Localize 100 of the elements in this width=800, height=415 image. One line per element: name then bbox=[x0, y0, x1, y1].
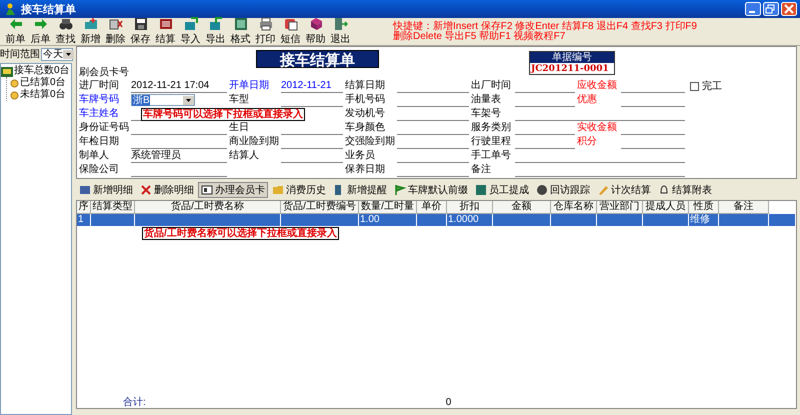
folder-icon bbox=[272, 184, 284, 196]
flag-icon bbox=[394, 184, 406, 196]
field-label: 进厂时间 bbox=[79, 79, 120, 93]
toolbar-button[interactable]: 新增 bbox=[78, 18, 103, 44]
field-label: 业务员 bbox=[345, 149, 376, 163]
tooltip: 货品/工时费名称可以选择下拉框或直接录入 bbox=[142, 227, 339, 240]
toolbar-button[interactable]: 帮助 bbox=[303, 18, 328, 44]
field-label: 积分 bbox=[577, 135, 598, 149]
tab[interactable]: 办理会员卡 bbox=[198, 182, 268, 198]
toolbar-button[interactable]: 格式 bbox=[228, 18, 253, 44]
delete-icon bbox=[108, 17, 122, 31]
field-label: 优惠 bbox=[577, 93, 598, 107]
complete-checkbox[interactable]: 完工 bbox=[690, 79, 722, 93]
exit-door-icon bbox=[334, 17, 348, 31]
column-header[interactable]: 提成人员 bbox=[643, 201, 689, 214]
column-header[interactable]: 结算类型 bbox=[91, 201, 135, 214]
tab[interactable]: 删除明细 bbox=[137, 182, 197, 198]
field-label: 实收金额 bbox=[577, 121, 618, 135]
toolbar-button[interactable]: 保存 bbox=[128, 18, 153, 44]
table-cell: 维修 bbox=[690, 214, 710, 225]
column-header[interactable]: 备注 bbox=[719, 201, 769, 214]
input-field[interactable]: 系统管理员 bbox=[131, 149, 227, 163]
dropdown-arrow-icon bbox=[183, 96, 194, 104]
restore-icon bbox=[763, 2, 779, 16]
column-header[interactable]: 性质 bbox=[689, 201, 719, 214]
tab[interactable]: 消费历史 bbox=[269, 182, 329, 198]
column-header[interactable]: 序 bbox=[77, 201, 91, 214]
toolbar-button[interactable]: 导入 bbox=[178, 18, 203, 44]
field-label: 交强险到期 bbox=[345, 135, 396, 149]
tree-item[interactable]: 已结算0台 bbox=[20, 77, 66, 89]
toolbar-button[interactable]: 短信 bbox=[278, 18, 303, 44]
column-header[interactable]: 货品/工时费名称 bbox=[135, 201, 281, 214]
field-label: 保养日期 bbox=[345, 163, 386, 177]
message-icon bbox=[284, 17, 298, 31]
toolbar-button[interactable]: 删除 bbox=[103, 18, 128, 44]
field-label: 出厂时间 bbox=[471, 79, 512, 93]
cross-icon bbox=[140, 184, 152, 196]
tab[interactable]: 新增提醒 bbox=[330, 182, 390, 198]
toolbar-button[interactable]: 打印 bbox=[253, 18, 278, 44]
field-label: 身份证号码 bbox=[79, 121, 130, 135]
field-label: 手机号码 bbox=[345, 93, 386, 107]
binoculars-icon bbox=[58, 17, 72, 31]
tab[interactable]: 结算附表 bbox=[655, 182, 715, 198]
column-header[interactable]: 仓库名称 bbox=[551, 201, 597, 214]
field-value: JC201211-0001 bbox=[530, 63, 610, 75]
field-label: 开单日期 bbox=[229, 79, 270, 93]
field-label: 刷会员卡号 bbox=[79, 67, 130, 79]
toolbar-button[interactable]: 结算 bbox=[153, 18, 178, 44]
column-header[interactable]: 金额 bbox=[493, 201, 551, 214]
runner-icon bbox=[3, 2, 17, 16]
column-header[interactable]: 单价 bbox=[417, 201, 447, 214]
right-arrow-icon bbox=[34, 17, 48, 31]
toolbar-button[interactable]: 后单 bbox=[28, 18, 53, 44]
field-label: 商业险到期 bbox=[229, 135, 280, 149]
tab[interactable]: 员工提成 bbox=[472, 182, 532, 198]
toolbar-button[interactable]: 导出 bbox=[203, 18, 228, 44]
folder-plus-icon bbox=[84, 17, 98, 31]
field-label: 行驶里程 bbox=[471, 135, 512, 149]
export-icon bbox=[208, 17, 222, 31]
form-title: 接车结算单 bbox=[256, 50, 379, 68]
close-icon bbox=[781, 2, 797, 16]
field-label: 应收金额 bbox=[577, 79, 618, 93]
input-field[interactable]: 2012-11-21 17:04 bbox=[131, 79, 227, 93]
field-label: 制单人 bbox=[79, 149, 110, 163]
tab[interactable]: 车牌默认前缀 bbox=[391, 182, 471, 198]
field-label: 车型 bbox=[229, 93, 250, 107]
table-cell: 1.0000 bbox=[448, 214, 479, 225]
window-title: 接车结算单 bbox=[21, 2, 76, 16]
range-dropdown[interactable]: 今天 bbox=[41, 48, 73, 60]
column-header[interactable]: 数量/工时量 bbox=[359, 201, 417, 214]
field-label: 生日 bbox=[229, 121, 250, 135]
total-label: 合计: bbox=[123, 396, 146, 409]
tab[interactable]: 新增明细 bbox=[76, 182, 136, 198]
table-cell: 1 bbox=[78, 214, 84, 225]
field-label: 备注 bbox=[471, 163, 492, 177]
column-header[interactable]: 货品/工时费编号 bbox=[281, 201, 359, 214]
field-label: 保险公司 bbox=[79, 163, 120, 177]
tab[interactable]: 回访跟踪 bbox=[533, 182, 593, 198]
field-label: 发动机号 bbox=[345, 107, 386, 121]
bell-icon bbox=[658, 184, 670, 196]
tree-item[interactable]: 未结算0台 bbox=[20, 89, 66, 101]
calculator-icon bbox=[158, 17, 172, 31]
toolbar-button[interactable]: 退出 bbox=[328, 18, 353, 44]
field-label: 油量表 bbox=[471, 93, 502, 107]
column-header[interactable]: 营业部门 bbox=[597, 201, 643, 214]
tab[interactable]: 计次结算 bbox=[594, 182, 654, 198]
import-icon bbox=[184, 17, 198, 31]
tooltip: 车牌号码可以选择下拉框或直接录入 bbox=[141, 108, 305, 121]
field-label: 车架号 bbox=[471, 107, 502, 121]
toolbar-button[interactable]: 查找 bbox=[53, 18, 78, 44]
toolbar-button[interactable]: 前单 bbox=[3, 18, 28, 44]
plate-dropdown[interactable]: 浙B bbox=[131, 94, 195, 106]
tree-item[interactable]: 接车总数0台 bbox=[14, 65, 70, 77]
field-label: 年检日期 bbox=[79, 135, 120, 149]
table-row[interactable]: 1 1.00 1.0000 维修 bbox=[77, 214, 796, 226]
field-label: 单据编号 bbox=[530, 52, 614, 63]
column-header[interactable]: 折扣 bbox=[447, 201, 493, 214]
field-label: 结算人 bbox=[229, 149, 260, 163]
input-field[interactable]: 2012-11-21 bbox=[281, 79, 343, 93]
table-cell: 1.00 bbox=[360, 214, 380, 225]
